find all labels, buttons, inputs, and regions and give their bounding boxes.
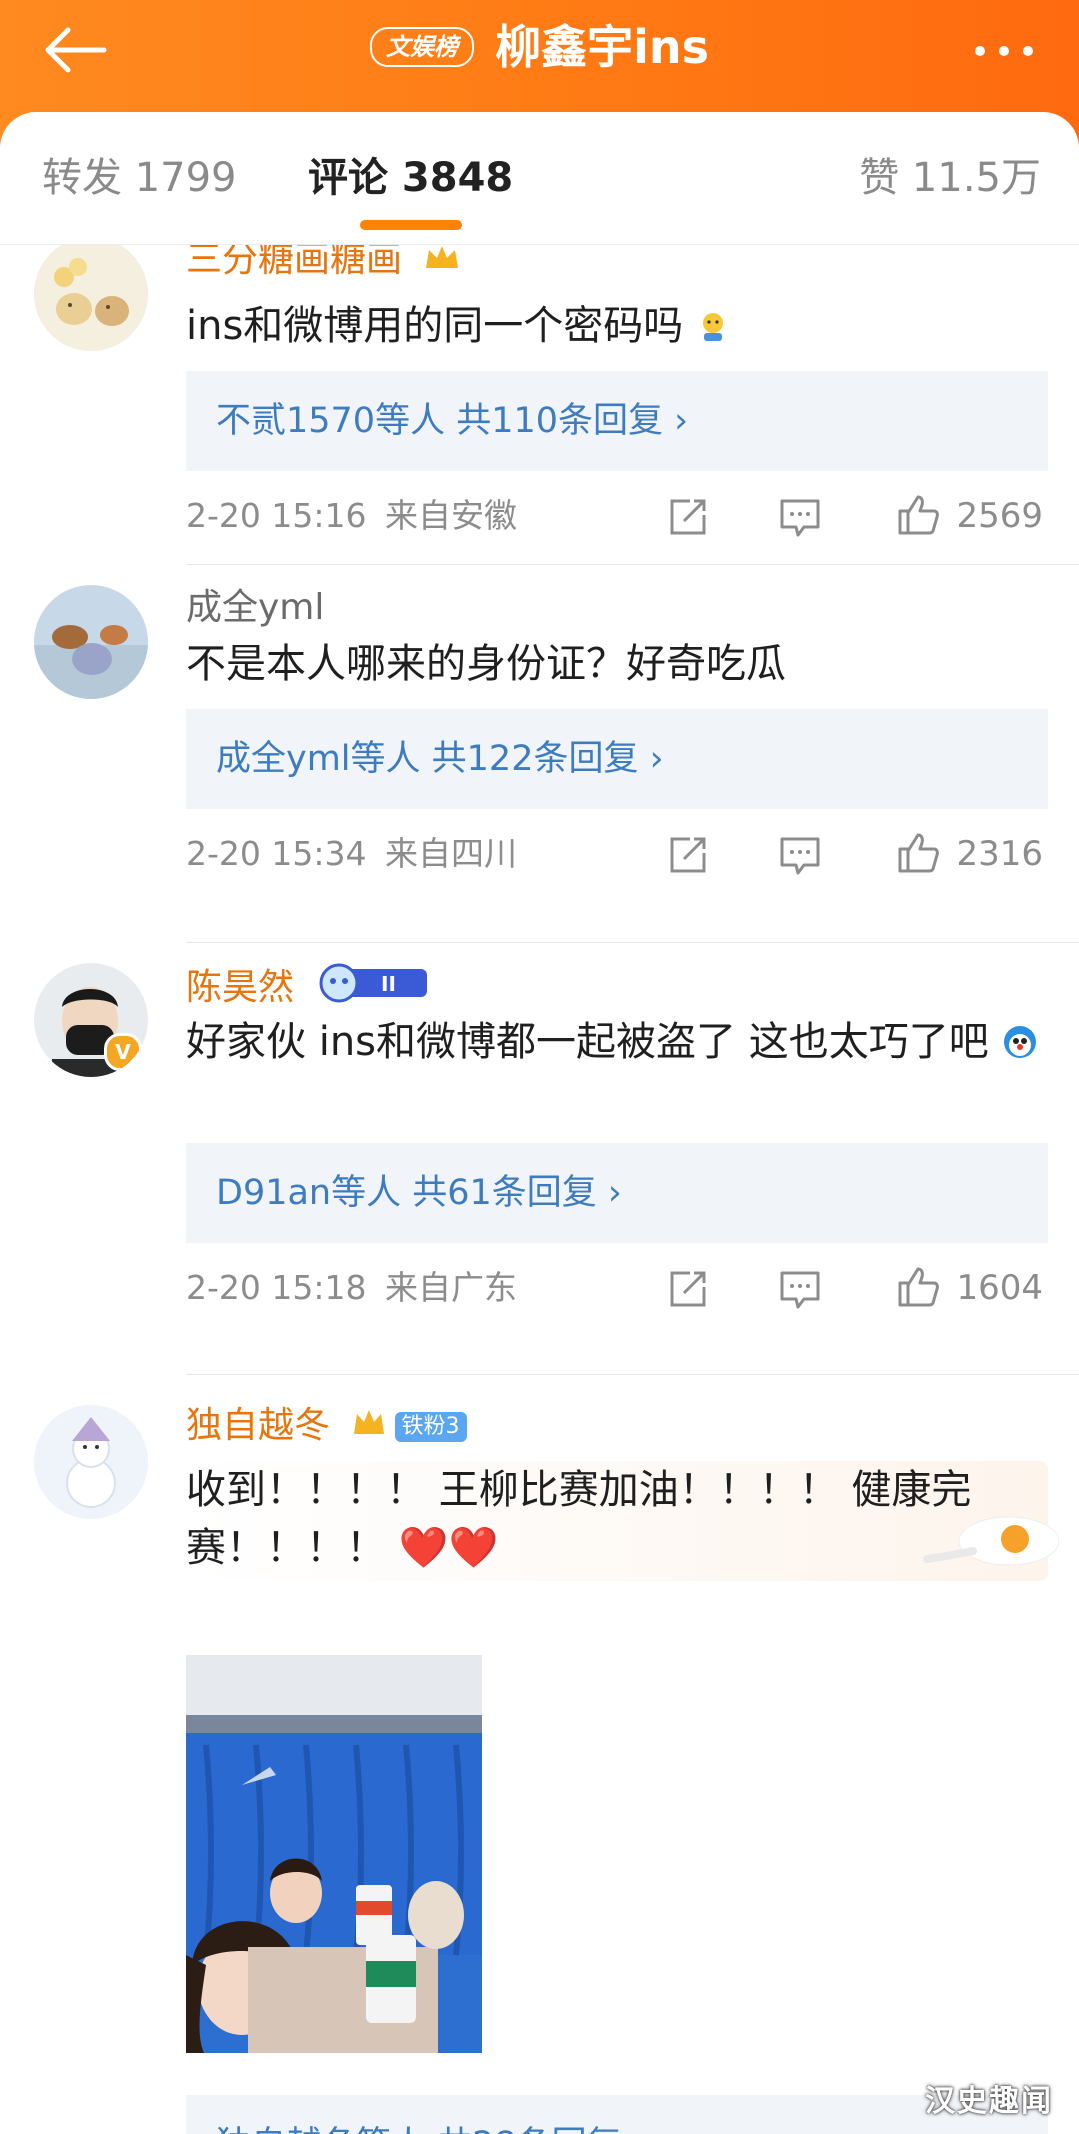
tab-comment[interactable]: 评论 3848 bbox=[308, 150, 513, 206]
comment-item: 三分糖画糖画 ins和微博用的同一个密码吗 不贰1570等人 共110条回复 ›… bbox=[0, 245, 1079, 565]
comment-item: 成全yml 不是本人哪来的身份证？好奇吃瓜 成全yml等人 共122条回复 › … bbox=[0, 565, 1079, 945]
comment-time: 2-20 15:34 bbox=[186, 834, 367, 873]
comment-item: V 陈昊然 II 好家伙 ins和微博都一起被盗了 这也太巧了吧 D91an等人… bbox=[0, 945, 1079, 1375]
comment-location: 来自四川 bbox=[385, 834, 517, 873]
username-text[interactable]: 成全yml bbox=[186, 587, 324, 628]
comment-username[interactable]: 陈昊然 II bbox=[186, 963, 431, 1015]
like-count[interactable]: 2569 bbox=[956, 493, 1043, 539]
like-count[interactable]: 2316 bbox=[956, 831, 1043, 877]
reply-summary[interactable]: D91an等人 共61条回复 › bbox=[186, 1143, 1048, 1243]
comment-item: 独自越冬 铁粉3 收到！！！！ 王柳比赛加油！！！！ 健康完赛！！！！ ❤️❤️ bbox=[0, 1375, 1079, 2134]
like-count[interactable]: 1604 bbox=[956, 1265, 1043, 1311]
watermark: 汉史趣闻 bbox=[925, 2084, 1053, 2119]
comment-username[interactable]: 三分糖画糖画 bbox=[186, 245, 461, 284]
reply-summary[interactable]: 不贰1570等人 共110条回复 › bbox=[186, 371, 1048, 471]
emoji-icon bbox=[1001, 1019, 1039, 1065]
comment-icon[interactable] bbox=[776, 493, 824, 541]
hot-list-badge[interactable]: 文娱榜 bbox=[370, 27, 474, 67]
page-title: 柳鑫宇ins bbox=[495, 20, 709, 74]
comment-text: ins和微博用的同一个密码吗 bbox=[186, 297, 1046, 355]
comment-list: 三分糖画糖画 ins和微博用的同一个密码吗 不贰1570等人 共110条回复 ›… bbox=[0, 245, 1079, 2134]
repost-icon[interactable] bbox=[664, 831, 712, 879]
repost-icon[interactable] bbox=[664, 493, 712, 541]
reply-summary[interactable]: 成全yml等人 共122条回复 › bbox=[186, 709, 1048, 809]
crown-badge-icon bbox=[351, 1404, 387, 1450]
divider bbox=[186, 942, 1079, 943]
active-tab-indicator bbox=[360, 220, 462, 230]
username-text[interactable]: 三分糖画糖画 bbox=[186, 245, 402, 280]
like-icon[interactable] bbox=[894, 1263, 942, 1311]
verified-icon: V bbox=[104, 1033, 142, 1071]
comment-meta: 2-20 15:34 来自四川 bbox=[186, 831, 517, 877]
crown-badge-icon bbox=[423, 245, 461, 284]
username-text[interactable]: 独自越冬 bbox=[186, 1405, 330, 1446]
comment-time: 2-20 15:18 bbox=[186, 1268, 367, 1307]
title-bar: 文娱榜 柳鑫宇ins bbox=[0, 14, 1079, 80]
username-text[interactable]: 陈昊然 bbox=[186, 967, 294, 1008]
comment-username[interactable]: 成全yml bbox=[186, 585, 324, 631]
comment-meta: 2-20 15:18 来自广东 bbox=[186, 1265, 517, 1311]
comment-icon[interactable] bbox=[776, 831, 824, 879]
comment-text-content: 好家伙 ins和微博都一起被盗了 这也太巧了吧 bbox=[186, 1019, 989, 1065]
emoji-icon bbox=[696, 303, 730, 349]
comment-text-content: 收到！！！！ 王柳比赛加油！！！！ 健康完赛！！！！ ❤️❤️ bbox=[186, 1467, 972, 1571]
avatar[interactable] bbox=[34, 585, 148, 699]
avatar[interactable] bbox=[34, 245, 148, 351]
reply-summary-text[interactable]: 不贰1570等人 共110条回复 › bbox=[216, 393, 688, 449]
reply-summary-text[interactable]: D91an等人 共61条回复 › bbox=[216, 1165, 622, 1221]
comment-time: 2-20 15:16 bbox=[186, 496, 367, 535]
comment-text: 不是本人哪来的身份证？好奇吃瓜 bbox=[186, 635, 1046, 693]
tab-bar: 转发 1799 评论 3848 赞 11.5万 bbox=[0, 112, 1079, 245]
avatar[interactable] bbox=[34, 1405, 148, 1519]
comment-icon[interactable] bbox=[776, 1265, 824, 1313]
comment-username[interactable]: 独自越冬 铁粉3 bbox=[186, 1403, 468, 1450]
comment-location: 来自广东 bbox=[385, 1268, 517, 1307]
like-icon[interactable] bbox=[894, 491, 942, 539]
like-icon[interactable] bbox=[894, 829, 942, 877]
tab-repost[interactable]: 转发 1799 bbox=[42, 150, 237, 206]
reply-summary[interactable]: 独自越冬等人 共28条回复 › bbox=[186, 2095, 1048, 2134]
comment-photo[interactable] bbox=[186, 1655, 482, 2053]
comment-text-content: 不是本人哪来的身份证？好奇吃瓜 bbox=[186, 641, 786, 687]
repost-icon[interactable] bbox=[664, 1265, 712, 1313]
tab-like[interactable]: 赞 11.5万 bbox=[859, 150, 1041, 206]
comment-text: 收到！！！！ 王柳比赛加油！！！！ 健康完赛！！！！ ❤️❤️ bbox=[186, 1461, 1006, 1577]
more-dots-icon[interactable] bbox=[967, 22, 1043, 78]
comment-meta: 2-20 15:16 来自安徽 bbox=[186, 493, 517, 539]
reply-summary-text[interactable]: 独自越冬等人 共28条回复 › bbox=[216, 2117, 647, 2134]
reply-summary-text[interactable]: 成全yml等人 共122条回复 › bbox=[216, 731, 664, 787]
level-badge-text: II bbox=[381, 972, 396, 996]
avatar[interactable]: V bbox=[34, 963, 148, 1077]
fan-badge: 铁粉3 bbox=[395, 1412, 468, 1442]
comment-text-content: ins和微博用的同一个密码吗 bbox=[186, 303, 684, 349]
level-badge: II bbox=[315, 963, 431, 1015]
comment-text: 好家伙 ins和微博都一起被盗了 这也太巧了吧 bbox=[186, 1013, 1046, 1071]
comment-location: 来自安徽 bbox=[385, 496, 517, 535]
